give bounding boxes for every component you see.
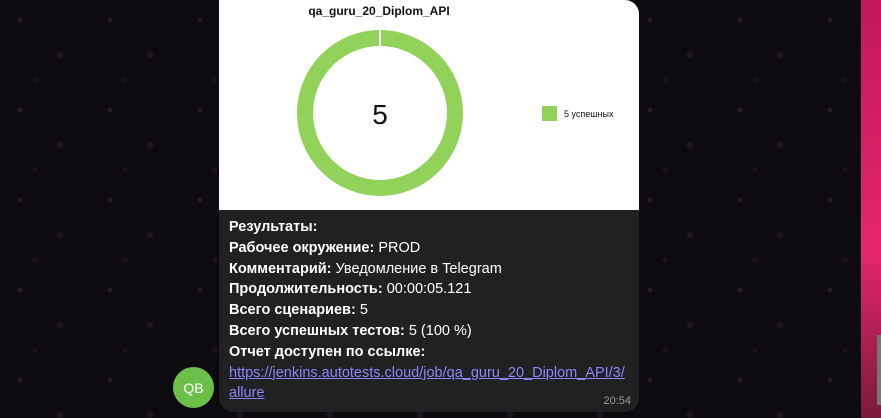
scrollbar[interactable] [877,335,881,405]
avatar[interactable]: QB [173,367,214,408]
legend-swatch [542,106,557,121]
env-line: Рабочее окружение: PROD [229,239,421,256]
avatar-initials: QB [183,379,204,396]
chart-legend: 5 успешных [542,106,613,121]
message-bubble[interactable]: qa_guru_20_Diplom_API 5 5 успешных Резул… [219,0,639,412]
donut-chart: 5 [297,29,463,196]
center-value: 5 [372,99,388,130]
results-heading: Результаты: [229,219,318,235]
passed-line: Всего успешных тестов: 5 (100 %) [229,322,472,339]
scenarios-line: Всего сценариев: 5 [229,302,368,319]
duration-line: Продолжительность: 00:00:05.121 [229,281,472,298]
comment-line: Комментарий: Уведомление в Telegram [229,260,502,277]
report-link[interactable]: https://jenkins.autotests.cloud/job/qa_g… [229,365,625,402]
message-text: Результаты: Рабочее окружение: PROD Комм… [229,217,629,404]
chart-image[interactable]: qa_guru_20_Diplom_API 5 5 успешных [219,0,639,210]
message-time: 20:54 [603,395,631,407]
report-label: Отчет доступен по ссылке: [229,343,426,360]
legend-label: 5 успешных [564,108,614,119]
report-link-line: https://jenkins.autotests.cloud/job/qa_g… [229,363,629,405]
